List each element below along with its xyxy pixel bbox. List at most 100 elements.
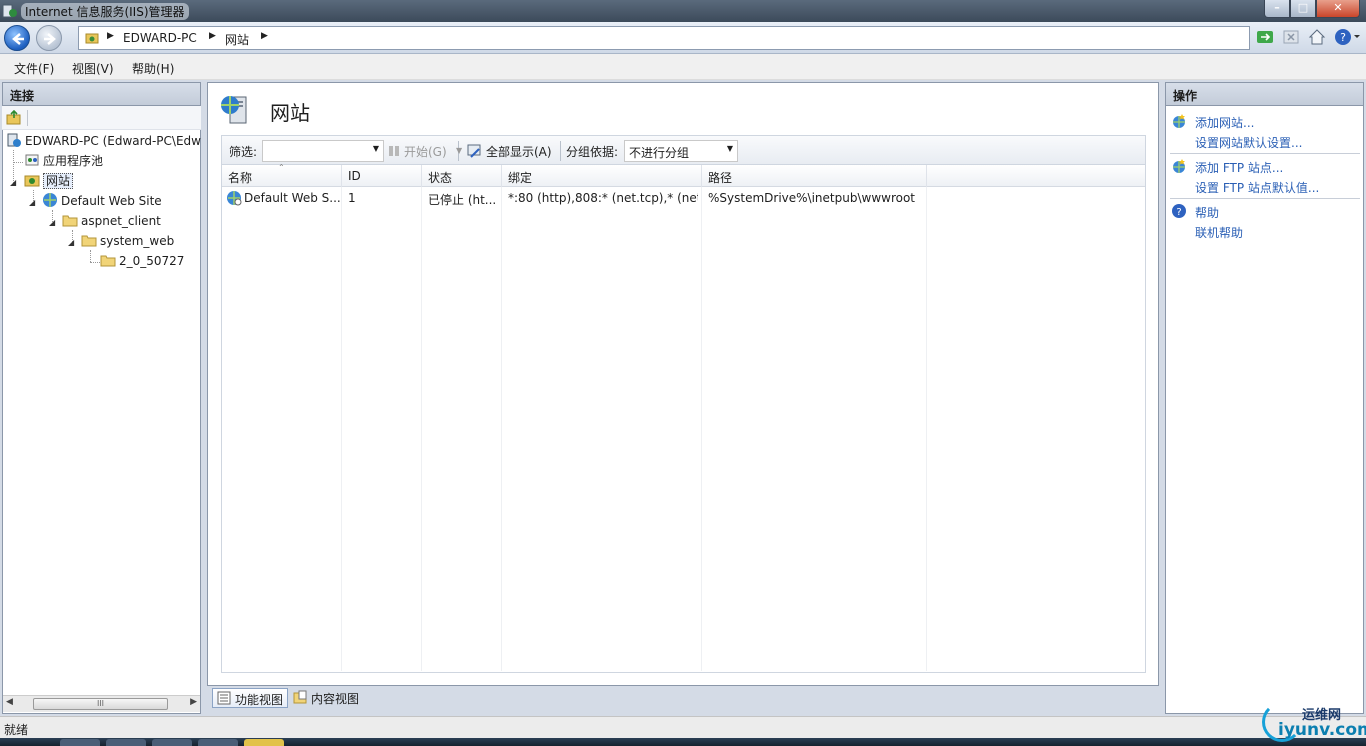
back-arrow-icon: [12, 33, 24, 45]
dropdown-arrow-icon[interactable]: ▼: [727, 144, 733, 153]
scroll-thumb[interactable]: III: [33, 698, 168, 710]
server-icon: [7, 133, 21, 147]
home-icon[interactable]: [1306, 26, 1328, 48]
website-globe-icon: [227, 191, 242, 206]
connections-horizontal-scrollbar[interactable]: ◀ III ▶: [3, 695, 200, 712]
site-defaults-link[interactable]: 设置网站默认设置...: [1195, 134, 1302, 151]
menu-bar: 文件(F) 视图(V) 帮助(H): [0, 54, 1366, 80]
window-title: Internet 信息服务(IIS)管理器: [21, 3, 189, 20]
actions-divider: [1170, 198, 1360, 199]
tree-app-pools-label: 应用程序池: [43, 154, 104, 168]
tab-features-view[interactable]: 功能视图: [212, 688, 289, 708]
tree-app-pools-node[interactable]: 应用程序池: [24, 152, 103, 170]
breadcrumb-arrow-icon[interactable]: ▶: [209, 31, 216, 41]
connect-icon[interactable]: [6, 110, 22, 126]
show-all-button[interactable]: 全部显示(A): [486, 143, 552, 160]
taskbar-button[interactable]: [152, 739, 192, 746]
group-by-select[interactable]: 不进行分组 ▼: [624, 140, 738, 162]
cell-site-id: 1: [348, 191, 356, 205]
close-icon: ✕: [1333, 1, 1343, 14]
tree-line: [13, 162, 23, 163]
column-header-path[interactable]: 路径: [702, 165, 927, 187]
address-bar[interactable]: ▶ EDWARD-PC ▶ 网站 ▶: [78, 26, 1250, 50]
breadcrumb-sites[interactable]: 网站: [225, 31, 249, 48]
tree-sites-node[interactable]: 网站: [24, 172, 74, 190]
actions-header: 操作: [1165, 82, 1364, 106]
taskbar-button[interactable]: [60, 739, 100, 746]
start-icon: [389, 146, 399, 156]
taskbar-button[interactable]: [244, 739, 284, 746]
help-icon: ?: [1172, 204, 1186, 218]
view-tabs: 功能视图 内容视图: [207, 686, 1159, 712]
tree-collapse-icon[interactable]: ◢: [49, 218, 55, 227]
table-header: ⌃ 名称 ID 状态 绑定 路径: [222, 163, 1145, 187]
taskbar-button[interactable]: [106, 739, 146, 746]
scroll-left-icon[interactable]: ◀: [6, 697, 13, 707]
tree-system-web-node[interactable]: system_web: [81, 232, 174, 250]
online-help-link[interactable]: 联机帮助: [1195, 224, 1243, 241]
menu-file[interactable]: 文件(F): [14, 60, 54, 77]
tree-default-site-node[interactable]: Default Web Site: [42, 192, 162, 210]
tree-collapse-icon[interactable]: ◢: [10, 178, 16, 187]
add-site-icon: [1173, 114, 1185, 128]
dropdown-arrow-icon[interactable]: ▼: [373, 144, 379, 153]
refresh-icon[interactable]: [1254, 26, 1276, 48]
ftp-defaults-link[interactable]: 设置 FTP 站点默认值...: [1195, 179, 1319, 196]
maximize-icon: □: [1297, 1, 1309, 14]
breadcrumb-arrow-icon[interactable]: ▶: [107, 31, 114, 41]
filter-input[interactable]: ▼: [262, 140, 384, 162]
column-header-status[interactable]: 状态: [422, 165, 502, 187]
menu-help[interactable]: 帮助(H): [132, 60, 174, 77]
minimize-button[interactable]: –: [1264, 0, 1290, 18]
folder-icon: [81, 235, 97, 247]
tree-collapse-icon[interactable]: ◢: [29, 198, 35, 207]
show-all-icon: [467, 144, 481, 158]
column-header-name[interactable]: ⌃ 名称: [222, 163, 342, 187]
tree-sites-label: 网站: [43, 173, 74, 189]
tab-content-view[interactable]: 内容视图: [289, 688, 363, 708]
tree-line: [90, 250, 91, 262]
menu-view[interactable]: 视图(V): [72, 60, 114, 77]
breadcrumb-arrow-icon[interactable]: ▶: [261, 31, 268, 41]
window-controls: – □ ✕: [1264, 0, 1360, 18]
column-divider: [501, 187, 502, 671]
maximize-button[interactable]: □: [1290, 0, 1316, 18]
navigation-bar: ▶ EDWARD-PC ▶ 网站 ▶ ?: [0, 22, 1366, 54]
back-button[interactable]: [4, 25, 30, 51]
column-header-id[interactable]: ID: [342, 165, 422, 187]
forward-button[interactable]: [36, 25, 62, 51]
start-dropdown-icon[interactable]: ▼: [456, 146, 462, 155]
taskbar-button[interactable]: [198, 739, 238, 746]
help-link[interactable]: 帮助: [1195, 204, 1219, 221]
tree-version-folder-node[interactable]: 2_0_50727: [100, 252, 184, 270]
breadcrumb-server[interactable]: EDWARD-PC: [123, 31, 197, 45]
folder-icon: [62, 215, 78, 227]
column-header-name-label: 名称: [228, 171, 253, 185]
iis-app-icon: [2, 4, 17, 18]
scroll-right-icon[interactable]: ▶: [190, 697, 197, 707]
add-ftp-link[interactable]: 添加 FTP 站点...: [1195, 159, 1283, 176]
tree-version-folder-label: 2_0_50727: [119, 254, 185, 268]
site-folder-icon: [85, 33, 99, 44]
start-button[interactable]: 开始(G): [404, 143, 447, 160]
tree-default-site-label: Default Web Site: [61, 194, 162, 208]
filter-label: 筛选:: [229, 145, 258, 159]
tree-server-node[interactable]: EDWARD-PC (Edward-PC\Edw: [6, 132, 201, 150]
column-header-binding[interactable]: 绑定: [502, 165, 702, 187]
stop-icon[interactable]: [1280, 26, 1302, 48]
tab-features-label: 功能视图: [235, 693, 284, 707]
toolbar-separator: [27, 110, 28, 126]
column-divider: [926, 187, 927, 671]
tree-aspnet-client-node[interactable]: aspnet_client: [62, 212, 161, 230]
tree-collapse-icon[interactable]: ◢: [68, 238, 74, 247]
svg-text:?: ?: [1176, 207, 1181, 218]
app-pool-icon: [25, 154, 39, 166]
features-view-icon: [217, 691, 231, 705]
sort-ascending-icon: ⌃: [278, 163, 285, 172]
help-dropdown-icon[interactable]: ?: [1332, 26, 1362, 48]
close-button[interactable]: ✕: [1316, 0, 1360, 18]
add-site-link[interactable]: 添加网站...: [1195, 114, 1254, 131]
cell-site-name: Default Web S...: [244, 191, 340, 205]
sites-table: ⌃ 名称 ID 状态 绑定 路径 Default Web S... 1 已停止 …: [221, 163, 1146, 673]
tree-server-label: EDWARD-PC (Edward-PC\Edw: [25, 134, 201, 148]
